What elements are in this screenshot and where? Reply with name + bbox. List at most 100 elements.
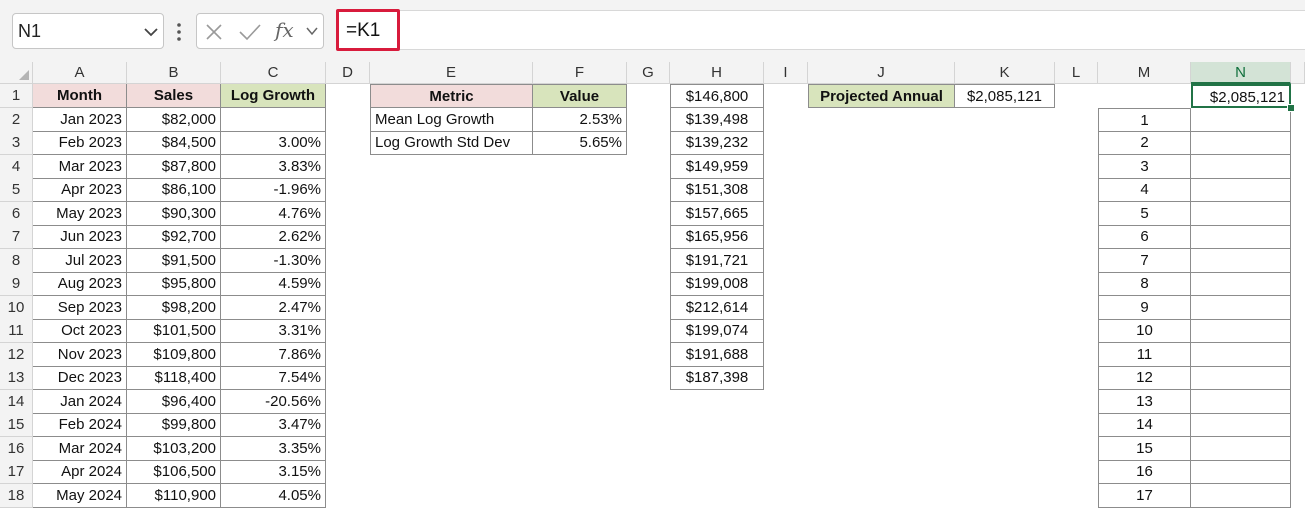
index-cell[interactable]: 3: [1098, 154, 1191, 179]
month-cell[interactable]: Aug 2023: [33, 272, 127, 296]
log-growth-cell[interactable]: 3.35%: [221, 436, 326, 461]
projection-cell[interactable]: $191,688: [670, 342, 764, 367]
log-growth-cell[interactable]: 7.54%: [221, 366, 326, 390]
index-cell[interactable]: 13: [1098, 389, 1191, 414]
sales-table-header[interactable]: Month: [33, 84, 127, 108]
cancel-icon[interactable]: [203, 21, 225, 43]
log-growth-cell[interactable]: 2.62%: [221, 225, 326, 249]
row-header-11[interactable]: 11: [0, 319, 33, 343]
simulation-result-cell[interactable]: [1191, 225, 1291, 249]
column-header-f[interactable]: F: [533, 62, 627, 84]
index-cell[interactable]: 17: [1098, 483, 1191, 508]
index-cell[interactable]: 5: [1098, 201, 1191, 226]
row-header-2[interactable]: 2: [0, 107, 33, 132]
metric-name-cell[interactable]: Log Growth Std Dev: [370, 131, 533, 155]
month-cell[interactable]: Feb 2023: [33, 131, 127, 155]
column-header-m[interactable]: M: [1098, 62, 1191, 84]
column-header-d[interactable]: D: [326, 62, 370, 84]
simulation-result-cell[interactable]: [1191, 366, 1291, 390]
sales-cell[interactable]: $98,200: [127, 295, 221, 320]
log-growth-cell[interactable]: -1.30%: [221, 248, 326, 273]
row-header-17[interactable]: 17: [0, 460, 33, 484]
sales-cell[interactable]: $109,800: [127, 342, 221, 367]
row-header-10[interactable]: 10: [0, 295, 33, 320]
row-header-4[interactable]: 4: [0, 154, 33, 179]
month-cell[interactable]: May 2023: [33, 201, 127, 226]
simulation-result-cell[interactable]: [1191, 272, 1291, 296]
projected-annual-value[interactable]: $2,085,121: [955, 84, 1055, 108]
more-options-icon[interactable]: [172, 20, 186, 44]
month-cell[interactable]: Jan 2024: [33, 389, 127, 414]
month-cell[interactable]: Feb 2024: [33, 413, 127, 437]
column-header-b[interactable]: B: [127, 62, 221, 84]
log-growth-cell[interactable]: -1.96%: [221, 178, 326, 202]
projection-cell[interactable]: $199,008: [670, 272, 764, 296]
month-cell[interactable]: May 2024: [33, 483, 127, 508]
sales-table-header[interactable]: Sales: [127, 84, 221, 108]
simulation-result-cell[interactable]: [1191, 107, 1291, 132]
projection-cell[interactable]: $212,614: [670, 295, 764, 320]
projection-cell[interactable]: $191,721: [670, 248, 764, 273]
log-growth-cell[interactable]: [221, 107, 326, 132]
sales-cell[interactable]: $91,500: [127, 248, 221, 273]
index-cell[interactable]: 9: [1098, 295, 1191, 320]
projection-cell[interactable]: $149,959: [670, 154, 764, 179]
sales-cell[interactable]: $92,700: [127, 225, 221, 249]
sales-cell[interactable]: $90,300: [127, 201, 221, 226]
log-growth-cell[interactable]: 4.76%: [221, 201, 326, 226]
sales-cell[interactable]: $99,800: [127, 413, 221, 437]
sales-cell[interactable]: $118,400: [127, 366, 221, 390]
sales-cell[interactable]: $86,100: [127, 178, 221, 202]
column-header-k[interactable]: K: [955, 62, 1055, 84]
index-cell[interactable]: 8: [1098, 272, 1191, 296]
index-cell[interactable]: 14: [1098, 413, 1191, 437]
column-header-e[interactable]: E: [370, 62, 533, 84]
column-header-c[interactable]: C: [221, 62, 326, 84]
row-header-5[interactable]: 5: [0, 178, 33, 202]
index-cell[interactable]: 4: [1098, 178, 1191, 202]
log-growth-cell[interactable]: 7.86%: [221, 342, 326, 367]
simulation-result-cell[interactable]: [1191, 131, 1291, 155]
index-cell[interactable]: 12: [1098, 366, 1191, 390]
month-cell[interactable]: Apr 2023: [33, 178, 127, 202]
sales-cell[interactable]: $95,800: [127, 272, 221, 296]
simulation-result-cell[interactable]: [1191, 248, 1291, 273]
chevron-down-icon[interactable]: [143, 26, 159, 38]
row-header-7[interactable]: 7: [0, 225, 33, 249]
row-header-15[interactable]: 15: [0, 413, 33, 437]
month-cell[interactable]: Nov 2023: [33, 342, 127, 367]
metric-name-cell[interactable]: Mean Log Growth: [370, 107, 533, 132]
column-header-h[interactable]: H: [670, 62, 764, 84]
simulation-result-cell[interactable]: [1191, 389, 1291, 414]
log-growth-cell[interactable]: 3.00%: [221, 131, 326, 155]
simulation-result-cell[interactable]: [1191, 483, 1291, 508]
row-header-8[interactable]: 8: [0, 248, 33, 273]
row-header-9[interactable]: 9: [0, 272, 33, 296]
projection-cell[interactable]: $165,956: [670, 225, 764, 249]
projection-cell[interactable]: $157,665: [670, 201, 764, 226]
sales-cell[interactable]: $96,400: [127, 389, 221, 414]
index-cell[interactable]: 7: [1098, 248, 1191, 273]
column-header-i[interactable]: I: [764, 62, 808, 84]
log-growth-cell[interactable]: 3.15%: [221, 460, 326, 484]
row-header-14[interactable]: 14: [0, 389, 33, 414]
month-cell[interactable]: Jun 2023: [33, 225, 127, 249]
month-cell[interactable]: Mar 2024: [33, 436, 127, 461]
simulation-result-cell[interactable]: [1191, 413, 1291, 437]
simulation-result-cell[interactable]: [1191, 178, 1291, 202]
metrics-table-header[interactable]: Value: [533, 84, 627, 108]
sales-cell[interactable]: $103,200: [127, 436, 221, 461]
sales-cell[interactable]: $110,900: [127, 483, 221, 508]
month-cell[interactable]: Sep 2023: [33, 295, 127, 320]
fill-handle[interactable]: [1287, 103, 1295, 112]
month-cell[interactable]: Oct 2023: [33, 319, 127, 343]
column-header-j[interactable]: J: [808, 62, 955, 84]
projection-cell[interactable]: $146,800: [670, 84, 764, 108]
column-header-g[interactable]: G: [627, 62, 670, 84]
index-cell[interactable]: 10: [1098, 319, 1191, 343]
log-growth-cell[interactable]: 2.47%: [221, 295, 326, 320]
projection-cell[interactable]: $139,232: [670, 131, 764, 155]
metric-value-cell[interactable]: 5.65%: [533, 131, 627, 155]
formula-input[interactable]: =K1: [336, 9, 1305, 51]
sales-cell[interactable]: $106,500: [127, 460, 221, 484]
